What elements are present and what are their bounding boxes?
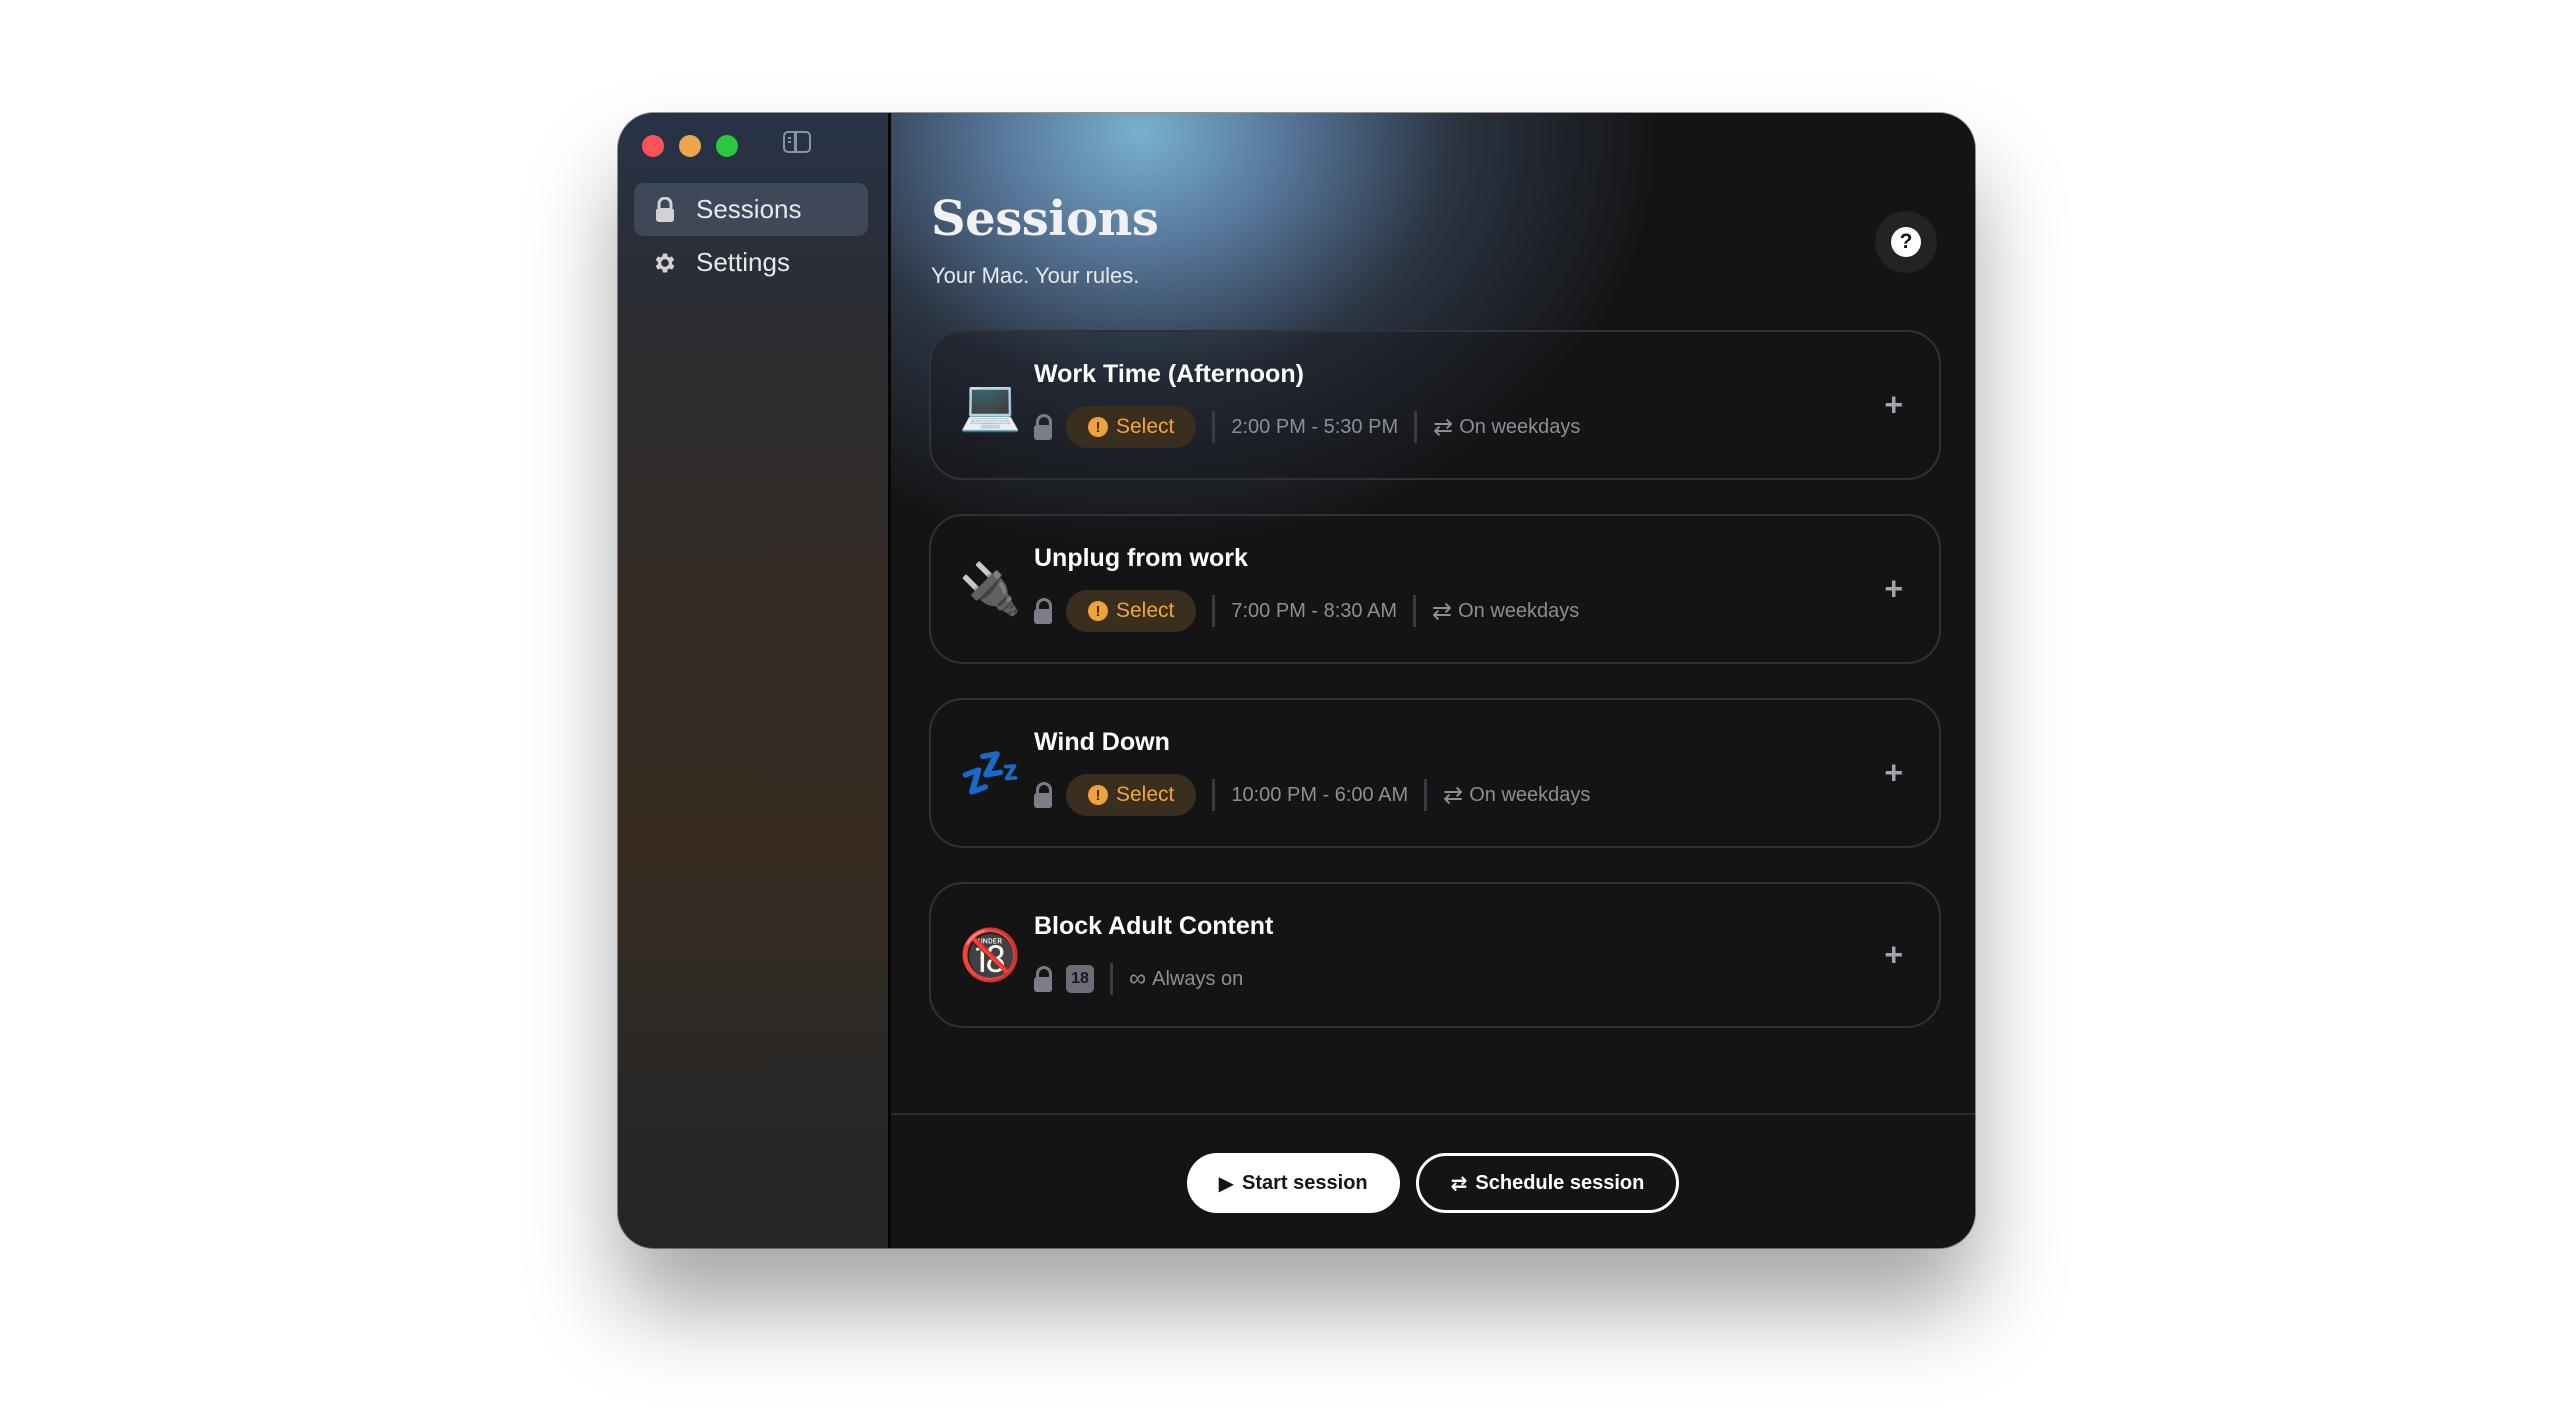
sidebar-item-sessions[interactable]: Sessions xyxy=(634,183,868,236)
repeat-icon: ⇄ xyxy=(1450,1172,1468,1195)
traffic-lights xyxy=(642,135,738,157)
pill-label: Select xyxy=(1116,599,1175,622)
no-under-18-icon: 🔞 xyxy=(959,927,1022,983)
sidebar-item-label: Settings xyxy=(696,247,790,277)
page-title: Sessions xyxy=(931,191,1159,247)
session-card[interactable]: 💻 Work Time (Afternoon) ! Select 2:00 PM… xyxy=(929,330,1941,480)
lock-icon xyxy=(1034,966,1052,992)
play-icon: ▶ xyxy=(1218,1172,1235,1195)
gear-icon xyxy=(652,250,678,276)
session-card[interactable]: 🔌 Unplug from work ! Select 7:00 PM - 8:… xyxy=(929,514,1941,664)
session-meta: ! Select 10:00 PM - 6:00 AM ⇄ On weekday… xyxy=(1034,774,1590,816)
lock-icon xyxy=(1034,782,1052,808)
repeat-icon: ⇄ xyxy=(1433,413,1454,441)
sidebar-item-label: Sessions xyxy=(696,194,802,224)
footer: ▶ Start session ⇄ Schedule session xyxy=(891,1113,1975,1248)
repeat-icon: ⇄ xyxy=(1432,597,1453,625)
page-subtitle: Your Mac. Your rules. xyxy=(931,263,1140,288)
schedule-session-label: Schedule session xyxy=(1475,1171,1645,1194)
help-button[interactable]: ? xyxy=(1875,211,1937,273)
select-blocklist-button[interactable]: ! Select xyxy=(1066,406,1197,448)
session-title: Unplug from work xyxy=(1034,544,1248,572)
divider xyxy=(1424,779,1428,811)
start-session-label: Start session xyxy=(1242,1171,1368,1194)
lock-icon xyxy=(1034,598,1052,624)
laptop-icon: 💻 xyxy=(959,377,1022,433)
sidebar-toggle-icon[interactable] xyxy=(783,131,811,153)
session-list: 💻 Work Time (Afternoon) ! Select 2:00 PM… xyxy=(929,330,1941,1062)
warning-icon: ! xyxy=(1088,601,1108,621)
lock-icon xyxy=(652,196,678,223)
age-18-badge: 18 xyxy=(1066,965,1094,993)
divider xyxy=(1110,963,1113,995)
divider xyxy=(1212,779,1216,811)
sidebar-item-settings[interactable]: Settings xyxy=(634,236,868,289)
close-button[interactable] xyxy=(642,135,664,157)
session-meta: ! Select 7:00 PM - 8:30 AM ⇄ On weekdays xyxy=(1034,590,1579,632)
divider xyxy=(1212,595,1216,627)
divider xyxy=(1414,411,1418,443)
schedule-session-button[interactable]: ⇄ Schedule session xyxy=(1415,1153,1680,1213)
sidebar: Sessions Settings xyxy=(618,113,891,1248)
session-time: 2:00 PM - 5:30 PM xyxy=(1231,415,1399,438)
warning-icon: ! xyxy=(1088,417,1108,437)
session-repeat: On weekdays xyxy=(1459,415,1581,438)
plus-icon[interactable]: + xyxy=(1884,937,1903,974)
session-time: 7:00 PM - 8:30 AM xyxy=(1231,599,1398,622)
main-content: Sessions Your Mac. Your rules. ? 💻 Work … xyxy=(891,113,1975,1248)
session-time: 10:00 PM - 6:00 AM xyxy=(1231,783,1409,806)
warning-icon: ! xyxy=(1088,785,1108,805)
session-title: Block Adult Content xyxy=(1034,912,1274,940)
session-title: Work Time (Afternoon) xyxy=(1034,360,1304,388)
plus-icon[interactable]: + xyxy=(1884,571,1903,608)
session-title: Wind Down xyxy=(1034,728,1170,756)
zoom-button[interactable] xyxy=(716,135,738,157)
lock-icon xyxy=(1034,414,1052,440)
session-repeat: Always on xyxy=(1152,967,1244,990)
session-repeat: On weekdays xyxy=(1469,783,1591,806)
session-meta: 18 ∞ Always on xyxy=(1034,958,1243,1000)
plus-icon[interactable]: + xyxy=(1884,387,1903,424)
app-window: Sessions Settings Sessions Your Mac. You… xyxy=(618,113,1975,1248)
sidebar-nav: Sessions Settings xyxy=(634,183,868,289)
session-repeat: On weekdays xyxy=(1458,599,1580,622)
session-card[interactable]: 🔞 Block Adult Content 18 ∞ Always on + xyxy=(929,882,1941,1028)
session-meta: ! Select 2:00 PM - 5:30 PM ⇄ On weekdays xyxy=(1034,406,1580,448)
pill-label: Select xyxy=(1116,783,1175,806)
infinity-icon: ∞ xyxy=(1129,965,1147,992)
select-blocklist-button[interactable]: ! Select xyxy=(1066,774,1197,816)
minimize-button[interactable] xyxy=(679,135,701,157)
start-session-button[interactable]: ▶ Start session xyxy=(1186,1153,1400,1213)
plug-icon: 🔌 xyxy=(959,561,1022,617)
session-card[interactable]: 💤 Wind Down ! Select 10:00 PM - 6:00 AM … xyxy=(929,698,1941,848)
question-icon: ? xyxy=(1891,227,1921,257)
plus-icon[interactable]: + xyxy=(1884,755,1903,792)
pill-label: Select xyxy=(1116,415,1175,438)
divider xyxy=(1413,595,1417,627)
zzz-icon: 💤 xyxy=(959,745,1022,801)
select-blocklist-button[interactable]: ! Select xyxy=(1066,590,1197,632)
divider xyxy=(1212,411,1216,443)
repeat-icon: ⇄ xyxy=(1443,781,1464,809)
